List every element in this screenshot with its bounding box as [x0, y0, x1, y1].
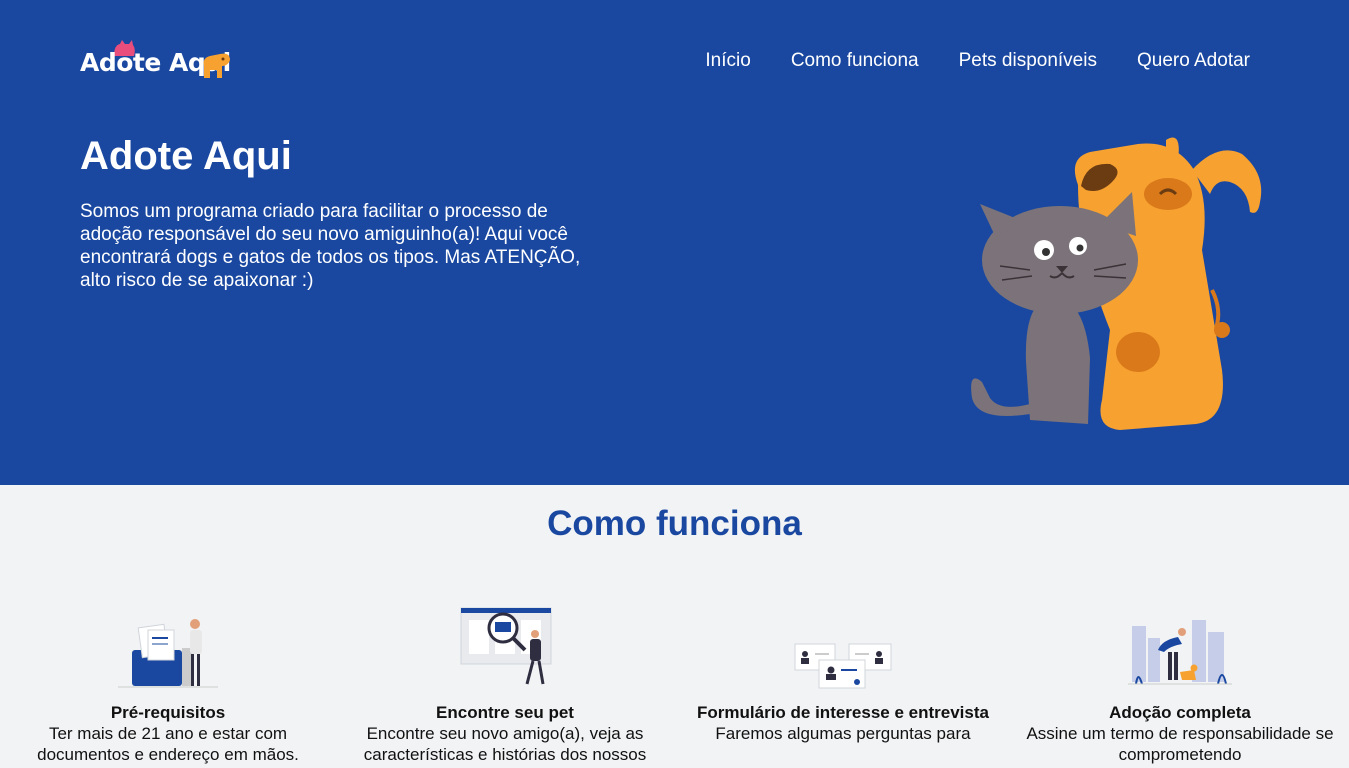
step-text: Assine um termo de responsabilidade se c… [1026, 724, 1334, 764]
hero-title: Adote Aqui [80, 134, 292, 178]
hero-section: Adote Aqui Início Como funciona Pets dis… [0, 0, 1349, 485]
nav-item-inicio[interactable]: Início [705, 50, 750, 72]
main-nav: Início Como funciona Pets disponíveis Qu… [705, 50, 1250, 72]
documents-illustration [118, 619, 218, 688]
hero-description: Somos um programa criado para facilitar … [80, 201, 581, 291]
step-title: Adoção completa [1109, 703, 1251, 722]
step-card-pre-requisitos: Pré-requisitos Ter mais de 21 ano e esta… [8, 600, 328, 765]
logo-dog-icon [203, 53, 230, 78]
logo[interactable]: Adote Aqui [80, 40, 240, 85]
nav-item-quero-adotar[interactable]: Quero Adotar [1137, 50, 1250, 72]
nav-item-como-funciona[interactable]: Como funciona [791, 50, 919, 72]
cat-and-dog-illustration [971, 137, 1262, 430]
section-title-como-funciona: Como funciona [547, 504, 802, 543]
step-text: Faremos algumas perguntas para [715, 724, 971, 743]
nav-item-pets-disponiveis[interactable]: Pets disponíveis [959, 50, 1097, 72]
step-card-formulario: Formulário de interesse e entrevista Far… [683, 600, 1003, 744]
adoption-illustration [1128, 620, 1232, 685]
step-card-adocao-completa: Adoção completa Assine um termo de respo… [1020, 600, 1340, 765]
step-title: Pré-requisitos [110, 703, 226, 722]
step-card-encontre-pet: Encontre seu pet Encontre seu novo amigo… [345, 600, 665, 765]
step-text: Encontre seu novo amigo(a), veja as cara… [363, 724, 647, 764]
step-title: Encontre seu pet [436, 703, 574, 722]
step-text: Ter mais de 21 ano e estar com documento… [37, 724, 299, 764]
search-pet-illustration [460, 607, 552, 685]
step-title: Formulário de interesse e entrevista [697, 703, 989, 722]
form-illustration [794, 643, 892, 689]
